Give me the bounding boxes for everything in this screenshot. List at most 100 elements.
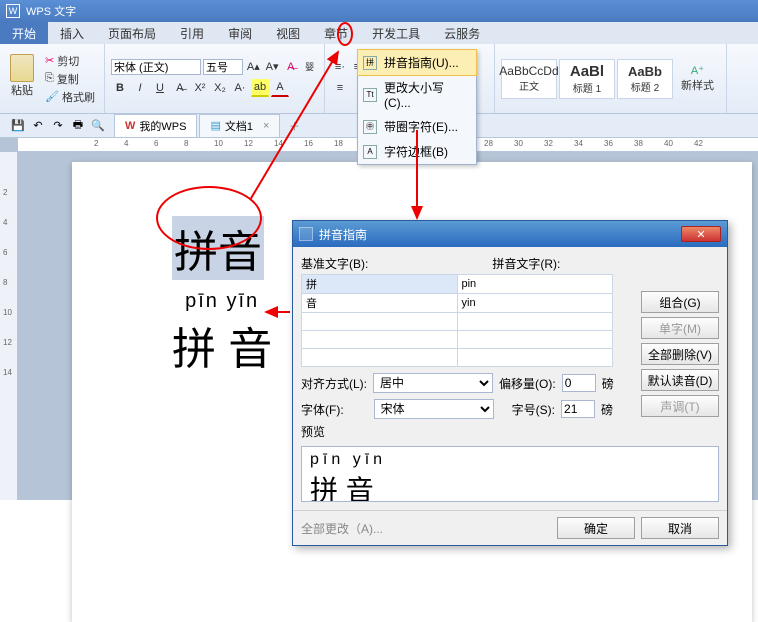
font-select-dlg[interactable]: 宋体 (374, 399, 494, 419)
new-tab-button[interactable]: ＋ (286, 118, 302, 134)
grid-base-cell[interactable] (302, 313, 458, 331)
grid-base-cell[interactable] (302, 331, 458, 349)
strike-button[interactable]: A̶ (171, 79, 189, 97)
paste-icon (10, 54, 34, 82)
wps-home-tab[interactable]: W我的WPS (114, 114, 197, 138)
font-size-select[interactable] (203, 59, 243, 75)
dropdown-item[interactable]: Tt更改大小写(C)... (358, 75, 476, 114)
style-heading1[interactable]: AaBl标题 1 (559, 59, 615, 99)
all-change-link[interactable]: 全部更改（A)... (301, 520, 383, 537)
pinyin-ruby: pīn yīn (172, 290, 272, 313)
clipboard-group: 粘贴 ✂剪切 ⎘复制 🖌格式刷 (0, 44, 105, 113)
clear-all-button[interactable]: 全部删除(V) (641, 343, 719, 365)
align-label: 对齐方式(L): (301, 375, 367, 392)
ruler-h-mark: 18 (334, 139, 343, 148)
tab-cloud[interactable]: 云服务 (432, 22, 492, 44)
paste-button[interactable]: 粘贴 (6, 52, 38, 106)
align-select[interactable]: 居中 (373, 373, 493, 393)
grid-base-cell[interactable]: 拼 (302, 275, 458, 294)
ruler-vertical[interactable]: 2468101214 (0, 152, 18, 500)
grid-ruby-cell[interactable]: yin (457, 294, 613, 313)
style-normal[interactable]: AaBbCcDd正文 (501, 59, 557, 99)
shrink-font-button[interactable]: A▾ (264, 58, 281, 76)
selected-text[interactable]: 拼音 (172, 216, 264, 280)
align-left-button[interactable]: ≡ (331, 79, 349, 97)
ruby-text-label: 拼音文字(R): (492, 255, 560, 272)
cancel-button[interactable]: 取消 (641, 517, 719, 539)
ruler-v-mark: 12 (3, 338, 12, 347)
size-unit: 磅 (601, 401, 613, 418)
dropdown-item-label: 字符边框(B) (384, 143, 448, 160)
ok-button[interactable]: 确定 (557, 517, 635, 539)
dialog-close-button[interactable]: ✕ (681, 226, 721, 242)
tab-start[interactable]: 开始 (0, 22, 48, 44)
grid-ruby-cell[interactable]: pin (457, 275, 613, 294)
bullets-button[interactable]: ≡· (331, 58, 349, 76)
pinyin-base: 拼 音 (172, 313, 272, 377)
dropdown-item[interactable]: A字符边框(B) (358, 139, 476, 164)
dialog-icon (299, 227, 313, 241)
app-name: WPS 文字 (26, 3, 76, 19)
phonetic-guide-button[interactable]: 婴 (301, 58, 318, 76)
size-input[interactable] (561, 400, 595, 418)
ruler-h-mark: 14 (274, 139, 283, 148)
close-tab-icon[interactable]: × (263, 120, 269, 132)
copy-icon: ⎘ (45, 72, 54, 85)
offset-input[interactable] (562, 374, 596, 392)
cut-button[interactable]: ✂剪切 (42, 52, 98, 70)
grid-base-cell[interactable]: 音 (302, 294, 458, 313)
default-tone-button[interactable]: 默认读音(D) (641, 369, 719, 391)
grid-ruby-cell[interactable] (457, 331, 613, 349)
tab-view[interactable]: 视图 (264, 22, 312, 44)
underline-button[interactable]: U (151, 79, 169, 97)
new-style-button[interactable]: A⁺ 新样式 (675, 62, 720, 95)
preview-label: 预览 (301, 423, 719, 440)
highlight-button[interactable]: ab (251, 79, 269, 97)
menu-tabs: 开始 插入 页面布局 引用 审阅 视图 章节 开发工具 云服务 (0, 22, 758, 44)
font-name-select[interactable] (111, 59, 201, 75)
preview-pinyin: pīn yīn (310, 451, 710, 469)
dropdown-item[interactable]: 拼拼音指南(U)... (357, 49, 477, 76)
dialog-titlebar[interactable]: 拼音指南 ✕ (293, 221, 727, 247)
format-painter-button[interactable]: 🖌格式刷 (42, 88, 98, 106)
tab-section[interactable]: 章节 (312, 22, 360, 44)
ruler-h-mark: 28 (484, 139, 493, 148)
pinyin-grid[interactable]: 拼pin音yin (301, 274, 613, 367)
ruler-v-mark: 10 (3, 308, 12, 317)
qat-undo-button[interactable]: ↶ (30, 118, 46, 134)
tab-reference[interactable]: 引用 (168, 22, 216, 44)
doc1-tab[interactable]: ▤文档1× (199, 114, 280, 138)
ruler-h-mark: 10 (214, 139, 223, 148)
style-heading2[interactable]: AaBb标题 2 (617, 59, 673, 99)
superscript-button[interactable]: X² (191, 79, 209, 97)
wps-logo-icon: W (125, 120, 135, 132)
qat-redo-button[interactable]: ↷ (50, 118, 66, 134)
text-effect-button[interactable]: A· (231, 79, 249, 97)
clear-format-button[interactable]: A̶ (282, 58, 299, 76)
grid-ruby-cell[interactable] (457, 313, 613, 331)
bold-button[interactable]: B (111, 79, 129, 97)
italic-button[interactable]: I (131, 79, 149, 97)
qat-preview-button[interactable]: 🔍 (90, 118, 106, 134)
copy-button[interactable]: ⎘复制 (42, 70, 98, 88)
tab-layout[interactable]: 页面布局 (96, 22, 168, 44)
pinyin-guide-dialog: 拼音指南 ✕ 基准文字(B): 拼音文字(R): 拼pin音yin 组合(G) … (292, 220, 728, 546)
font-color-button[interactable]: A (271, 79, 289, 97)
ruler-h-mark: 16 (304, 139, 313, 148)
phonetic-dropdown: 拼拼音指南(U)...Tt更改大小写(C)...㊥带圈字符(E)...A字符边框… (357, 49, 477, 165)
qat-save-button[interactable]: 💾 (10, 118, 26, 134)
styles-group: AaBbCcDd正文 AaBl标题 1 AaBb标题 2 A⁺ 新样式 (495, 44, 727, 113)
grow-font-button[interactable]: A▴ (245, 58, 262, 76)
grid-base-cell[interactable] (302, 349, 458, 367)
grid-ruby-cell[interactable] (457, 349, 613, 367)
base-text-label: 基准文字(B): (301, 255, 368, 272)
subscript-button[interactable]: X₂ (211, 79, 229, 97)
tab-review[interactable]: 审阅 (216, 22, 264, 44)
qat-print-button[interactable]: 🖶 (70, 118, 86, 134)
combine-button[interactable]: 组合(G) (641, 291, 719, 313)
doc-icon: ▤ (210, 119, 220, 132)
ruler-h-mark: 40 (664, 139, 673, 148)
tab-dev[interactable]: 开发工具 (360, 22, 432, 44)
dropdown-item[interactable]: ㊥带圈字符(E)... (358, 114, 476, 139)
tab-insert[interactable]: 插入 (48, 22, 96, 44)
